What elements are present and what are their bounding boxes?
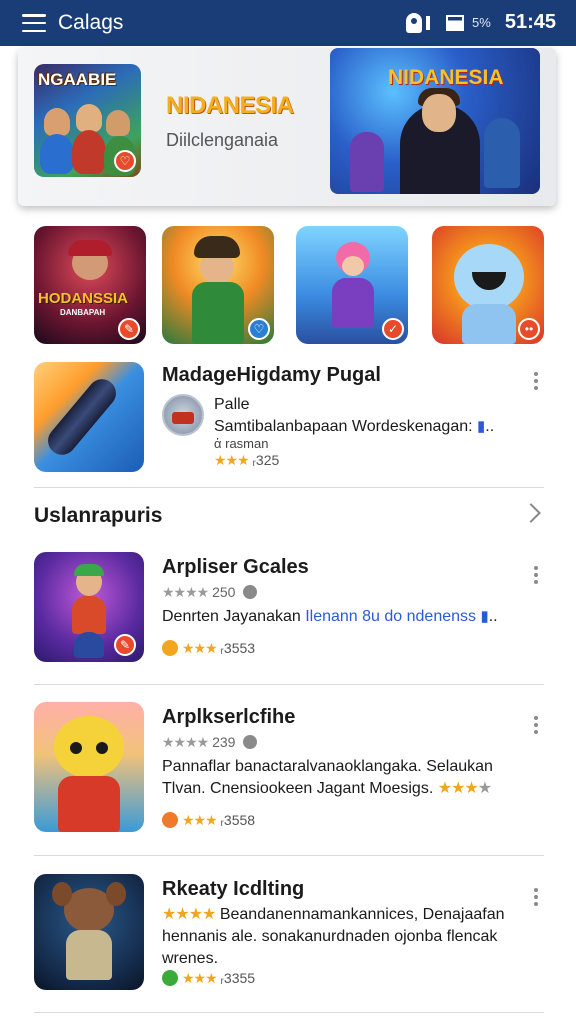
more-options-icon[interactable]	[533, 566, 539, 586]
list-item[interactable]: ✎ Arpliser Gcales ★★★★ 250 Denrten Jayan…	[34, 552, 544, 666]
divider	[34, 487, 544, 488]
app-thumbnail[interactable]	[34, 702, 144, 832]
app-rating: ★★★ ᵣ3558	[162, 812, 255, 829]
thumbs-up-icon: ▮	[480, 608, 489, 625]
app-rating: ★★★ ᵣ3355	[162, 970, 255, 987]
app-thumbnail[interactable]	[34, 874, 144, 990]
rating-value: ᵣ3355	[220, 970, 256, 986]
app-description: Denrten Jayanakan Ilenann 8u do ndenenss…	[162, 608, 498, 625]
app-meta: ★★★★ 239	[162, 734, 258, 751]
section-title: Uslanrapuris	[34, 504, 163, 527]
rating-value: ᵣ3558	[220, 812, 256, 828]
app-rating: ★★★ ᵣ3553	[162, 640, 255, 657]
featured-app-thumbnail[interactable]	[34, 362, 144, 472]
game-icon[interactable]: ♡	[162, 226, 274, 344]
battery-percent: 5%	[472, 15, 491, 30]
app-description: ★★★★ Beandanennamankannices, Denajaafan …	[162, 906, 505, 967]
app-description: Pannaflar banactaralvanaoklangaka. Selau…	[162, 758, 493, 797]
more-options-icon[interactable]	[533, 372, 539, 392]
banner-art-label: NIDANESIA	[388, 66, 504, 89]
featured-app-title: MadageHigdamy Pugal	[162, 364, 381, 386]
featured-app-description: Samtibalanbapaan Wordeskenagan: ▮..	[214, 418, 495, 435]
menu-icon[interactable]	[22, 14, 46, 32]
featured-app-developer: Palle	[214, 396, 250, 413]
banner-subtitle: Diilclenganaia	[166, 130, 279, 150]
more-options-icon[interactable]	[533, 888, 539, 908]
meta-value: 250	[212, 584, 236, 600]
game-icon-sublabel: DANBAPAH	[60, 308, 106, 317]
check-badge-icon: ✓	[382, 318, 404, 340]
app-title: Arplkserlcfihe	[162, 706, 296, 728]
banner-thumb-label: NGAABIE	[38, 70, 117, 89]
rating-stars: ★★★	[182, 970, 218, 986]
banner-title: NIDANESIA	[166, 92, 294, 119]
heart-badge-icon: ♡	[114, 150, 136, 172]
divider	[34, 1012, 544, 1013]
battery-icon	[446, 14, 465, 31]
divider	[34, 855, 544, 856]
game-icon[interactable]: ✓	[296, 226, 408, 344]
meta-stars: ★★★★	[162, 584, 209, 600]
meta-stars: ★★★★	[162, 906, 216, 923]
thumbs-up-icon: ▮	[477, 418, 486, 435]
alarm-icon	[406, 12, 423, 33]
meta-stars: ★★★★	[162, 734, 209, 750]
app-bar: Calags 5% 51:45	[0, 0, 576, 46]
banner-artwork[interactable]: NIDANESIA	[330, 48, 540, 194]
featured-app-tag: ἀ rasman	[214, 436, 269, 451]
game-icon-label: HODANSSIA	[38, 290, 129, 307]
signal-icon	[426, 15, 431, 30]
rating-stars: ★★★	[214, 452, 250, 468]
clock: 51:45	[504, 11, 556, 33]
banner-thumbnail[interactable]: NGAABIE ♡	[34, 64, 141, 177]
app-title: Calags	[58, 11, 124, 34]
rating-stars: ★★★	[182, 640, 218, 656]
chevron-right-icon[interactable]	[521, 503, 541, 523]
featured-app-rating: ★★★ ᵣ325	[214, 452, 279, 469]
app-meta: ★★★★ 250	[162, 584, 258, 601]
game-icon[interactable]: HODANSSIA DANBAPAH ✎	[34, 226, 146, 344]
info-icon	[243, 585, 258, 599]
list-item[interactable]: Arplkserlcfihe ★★★★ 239 Pannaflar banact…	[34, 702, 544, 836]
edit-badge-icon: ✎	[114, 634, 136, 656]
rating-value: ᵣ325	[252, 452, 280, 468]
info-icon	[243, 735, 258, 749]
game-icon-row: HODANSSIA DANBAPAH ✎ ♡ ✓ ••	[34, 226, 546, 344]
more-options-icon[interactable]	[533, 716, 539, 736]
developer-avatar	[162, 394, 204, 436]
app-title: Arpliser Gcales	[162, 556, 309, 578]
app-thumbnail[interactable]: ✎	[34, 552, 144, 662]
heart-badge-icon: ♡	[248, 318, 270, 340]
list-item[interactable]: Rkeaty Icdlting ★★★★ Beandanennamankanni…	[34, 874, 544, 1004]
rating-value: ᵣ3553	[220, 640, 256, 656]
status-bar: 5% 51:45	[406, 11, 556, 34]
more-badge-icon: ••	[518, 318, 540, 340]
divider	[34, 684, 544, 685]
featured-banner[interactable]: NGAABIE ♡ NIDANESIA Diilclenganaia NIDAN…	[18, 48, 556, 206]
rating-stars: ★★★	[182, 812, 218, 828]
edit-badge-icon: ✎	[118, 318, 140, 340]
app-title: Rkeaty Icdlting	[162, 878, 305, 900]
game-icon[interactable]: ••	[432, 226, 544, 344]
featured-app[interactable]: MadageHigdamy Pugal Palle Samtibalanbapa…	[34, 360, 544, 476]
meta-value: 239	[212, 734, 236, 750]
